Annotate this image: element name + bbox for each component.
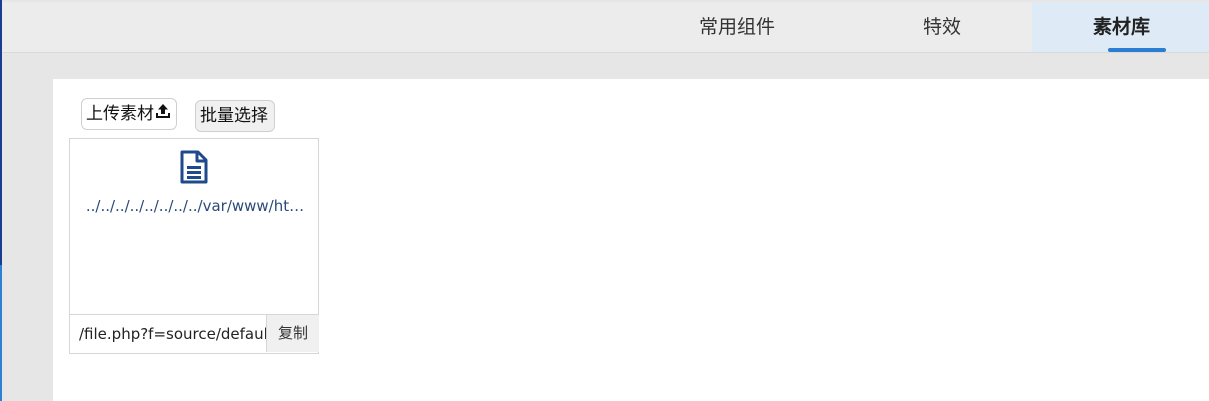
- batch-select-button[interactable]: 批量选择: [195, 100, 275, 132]
- upload-material-button[interactable]: 上传素材: [81, 98, 177, 130]
- tab-effects[interactable]: 特效: [902, 2, 982, 52]
- active-tab-indicator: [1108, 48, 1166, 52]
- file-card[interactable]: ../../../../../../../../var/www/ht… 复制: [69, 138, 319, 354]
- top-nav-bar: 常用组件 特效 素材库: [2, 2, 1209, 53]
- window-left-edge-accent: [0, 265, 2, 401]
- upload-icon: [155, 99, 171, 129]
- file-url-row: 复制: [70, 314, 319, 353]
- tab-material-library-label: 素材库: [1092, 16, 1150, 38]
- upload-material-label: 上传素材: [86, 104, 154, 124]
- copy-button[interactable]: 复制: [266, 315, 319, 352]
- tab-common-components[interactable]: 常用组件: [692, 2, 782, 52]
- document-icon: [179, 150, 209, 188]
- tab-material-library[interactable]: 素材库: [1032, 2, 1209, 52]
- file-url-field[interactable]: [70, 315, 266, 352]
- file-name: ../../../../../../../../var/www/ht…: [85, 197, 305, 215]
- material-library-panel: 上传素材 批量选择 ../../../../../../../../var/ww…: [53, 79, 1209, 401]
